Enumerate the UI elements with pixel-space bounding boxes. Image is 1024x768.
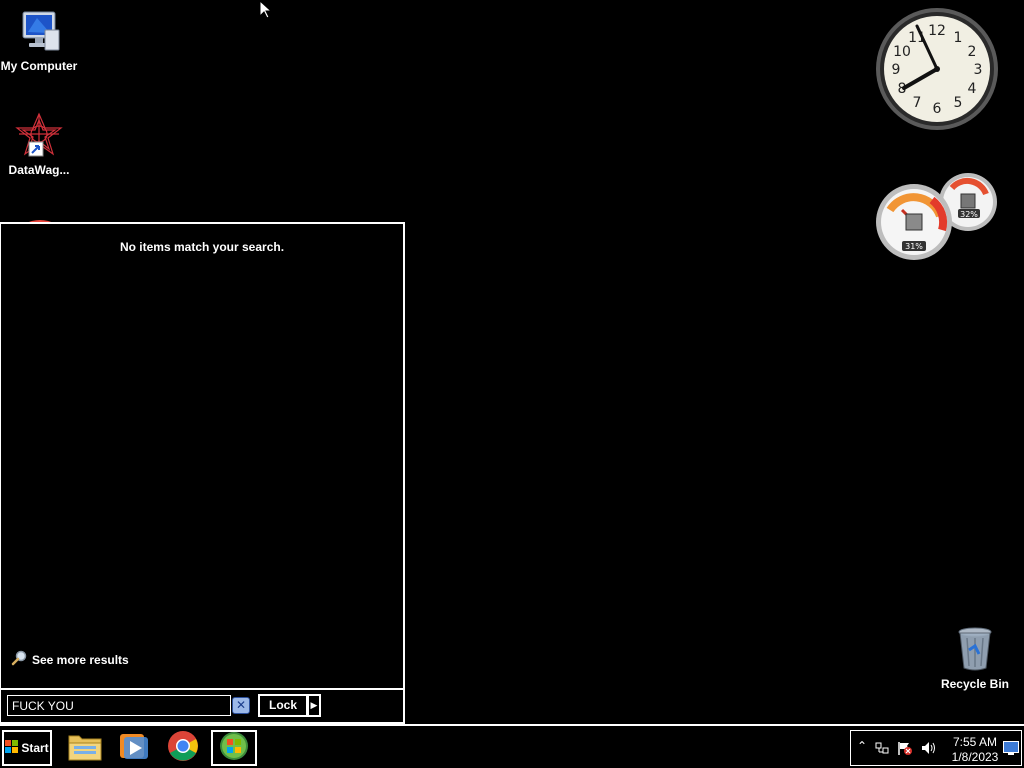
desktop-icon-recycle-bin[interactable]: Recycle Bin (936, 626, 1014, 691)
lock-button[interactable]: Lock (258, 694, 308, 717)
clock-number: 9 (892, 62, 901, 78)
taskbar-app-windows[interactable] (211, 730, 257, 766)
network-icon[interactable] (875, 741, 889, 760)
clock-number: 2 (968, 44, 977, 60)
datawag-icon (0, 112, 78, 161)
desktop-icon-my-computer[interactable]: My Computer (0, 10, 78, 73)
taskbar-app-media-player[interactable] (110, 730, 156, 766)
show-desktop-icon[interactable] (1003, 741, 1019, 760)
cpu-percentage: 31% (905, 242, 923, 251)
search-icon (11, 650, 27, 669)
clock-number: 3 (974, 62, 983, 78)
windows-logo-icon (5, 740, 19, 756)
start-menu: No items match your search. See more res… (0, 222, 405, 724)
shutdown-options-button[interactable]: ▶ (307, 694, 321, 717)
chevron-right-icon: ▶ (310, 700, 318, 710)
volume-icon[interactable] (921, 741, 936, 760)
desktop-icon-label: Recycle Bin (940, 677, 1010, 691)
computer-icon (0, 10, 78, 57)
clock-number: 10 (893, 44, 911, 60)
system-tray: ⌃ 7:55 AM 1/8/2023 (850, 730, 1022, 766)
memory-percentage: 32% (960, 210, 978, 219)
tray-clock-time[interactable]: 7:55 AM (943, 735, 1007, 749)
desktop-icon-label: My Computer (0, 59, 78, 73)
show-hidden-icons-chevron-up-icon[interactable]: ⌃ (857, 739, 867, 753)
action-center-flag-icon[interactable] (897, 741, 913, 761)
desktop-icon-label: DataWag... (8, 163, 70, 177)
clock-number: 4 (968, 81, 977, 97)
windows-logo-icon (219, 731, 249, 766)
taskbar-app-windows-explorer[interactable] (62, 730, 108, 766)
clock-number: 5 (954, 95, 963, 111)
clock-number: 6 (933, 101, 942, 117)
clear-search-button[interactable]: ✕ (232, 697, 250, 714)
start-button[interactable]: Start (2, 730, 52, 766)
no-results-message: No items match your search. (119, 240, 285, 254)
media-player-icon (118, 731, 148, 766)
taskbar: Start ⌃ 7:55 AM 1/8/2023 (0, 724, 1024, 768)
search-bar: ✕ Lock ▶ (1, 688, 403, 724)
search-input[interactable] (7, 695, 231, 716)
close-icon: ✕ (235, 698, 247, 712)
clock-gadget[interactable]: 12 1 2 3 4 5 6 7 8 9 10 11 (874, 6, 1000, 137)
desktop-icon-datawag[interactable]: DataWag... (0, 112, 78, 177)
clock-number: 7 (913, 95, 922, 111)
tray-clock-date[interactable]: 1/8/2023 (943, 750, 1007, 764)
chrome-icon (167, 730, 199, 767)
taskbar-app-chrome[interactable] (160, 730, 206, 766)
cpu-meter-gadget[interactable]: 32% 31% (872, 170, 1000, 271)
clock-number: 1 (954, 30, 963, 46)
start-label: Start (21, 741, 49, 755)
recycle-bin-icon (936, 626, 1014, 675)
mouse-cursor-icon (259, 0, 273, 24)
partial-desktop-icon (18, 212, 62, 222)
windows-explorer-icon (67, 730, 103, 767)
clock-number: 12 (928, 23, 946, 39)
see-more-results-label: See more results (32, 652, 129, 667)
see-more-results-link[interactable]: See more results (11, 650, 129, 669)
